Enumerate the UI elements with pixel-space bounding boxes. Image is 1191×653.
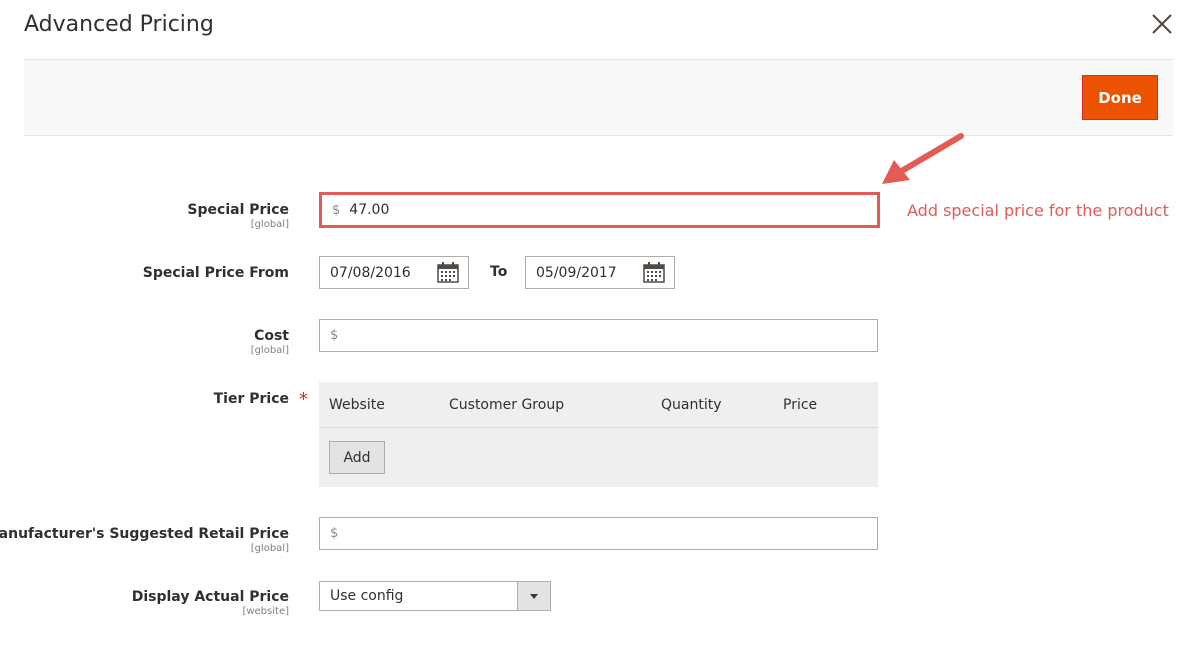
annotation-arrow bbox=[882, 133, 964, 184]
msrp-label: Manufacturer's Suggested Retail Price bbox=[0, 526, 289, 542]
cost-scope: [global] bbox=[250, 345, 289, 356]
special-price-from-label: Special Price From bbox=[142, 265, 289, 281]
tier-price-label: Tier Price bbox=[213, 391, 289, 407]
currency-prefix: $ bbox=[330, 526, 339, 541]
calendar-icon[interactable] bbox=[437, 262, 459, 283]
selected-option: Use config bbox=[330, 588, 404, 604]
close-button[interactable] bbox=[1148, 10, 1176, 38]
column-header-website: Website bbox=[329, 397, 385, 413]
special-price-scope: [global] bbox=[250, 219, 289, 230]
dropdown-toggle[interactable] bbox=[517, 582, 550, 610]
special-price-value: 47.00 bbox=[349, 202, 390, 218]
required-mark: * bbox=[299, 389, 308, 410]
tier-price-header: Website Customer Group Quantity Price bbox=[319, 382, 878, 428]
column-header-quantity: Quantity bbox=[661, 397, 722, 413]
msrp-scope: [global] bbox=[250, 543, 289, 554]
modal-toolbar bbox=[24, 59, 1173, 136]
from-date-value: 07/08/2016 bbox=[330, 264, 411, 281]
display-actual-price-scope: [website] bbox=[242, 606, 289, 617]
cost-input[interactable]: $ bbox=[319, 319, 878, 352]
add-tier-price-button[interactable]: Add bbox=[329, 441, 385, 474]
display-actual-price-select[interactable]: Use config bbox=[319, 581, 551, 611]
msrp-input[interactable]: $ bbox=[319, 517, 878, 550]
close-icon bbox=[1152, 14, 1172, 34]
currency-prefix: $ bbox=[330, 328, 339, 343]
modal-title: Advanced Pricing bbox=[24, 12, 214, 37]
column-header-price: Price bbox=[783, 397, 818, 413]
calendar-icon[interactable] bbox=[643, 262, 665, 283]
to-date-value: 05/09/2017 bbox=[536, 264, 617, 281]
chevron-down-icon bbox=[530, 593, 538, 599]
currency-prefix: $ bbox=[332, 202, 341, 218]
column-header-customer-group: Customer Group bbox=[449, 397, 565, 413]
display-actual-price-label: Display Actual Price bbox=[131, 589, 289, 605]
special-price-to-date[interactable]: 05/09/2017 bbox=[525, 256, 675, 289]
special-price-label: Special Price bbox=[187, 202, 289, 218]
done-button[interactable]: Done bbox=[1082, 75, 1158, 120]
tier-price-table: Website Customer Group Quantity Price Ad… bbox=[319, 382, 878, 487]
to-label: To bbox=[490, 264, 508, 280]
special-price-input[interactable]: $ 47.00 bbox=[319, 192, 880, 228]
annotation-text: Add special price for the product bbox=[907, 201, 1169, 220]
cost-label: Cost bbox=[254, 328, 289, 344]
special-price-from-date[interactable]: 07/08/2016 bbox=[319, 256, 469, 289]
